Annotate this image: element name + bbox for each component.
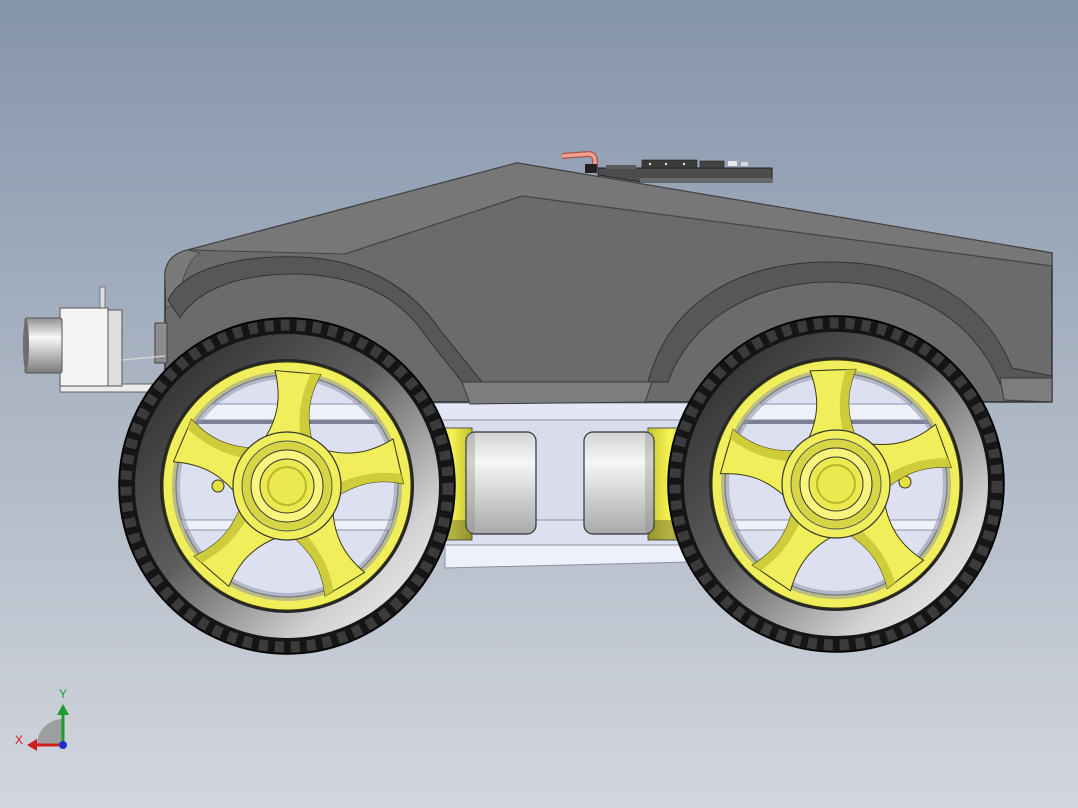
connector-block — [585, 164, 597, 173]
lower-plate-bevel — [444, 544, 691, 569]
sensor-lens — [24, 317, 63, 374]
pcb-component — [741, 162, 748, 166]
chassis-screw — [211, 479, 225, 493]
pcb-component — [728, 161, 737, 166]
model-canvas[interactable]: Y X — [0, 0, 1078, 808]
lens-face — [23, 319, 29, 371]
front-sensor-module[interactable] — [23, 286, 169, 393]
pcb-component — [699, 160, 725, 169]
sensor-housing-side — [107, 309, 123, 387]
sensor-pin — [99, 286, 106, 310]
motor-can-edge — [645, 433, 653, 533]
z-axis-origin — [59, 741, 67, 749]
rear-bottom-bevel — [999, 377, 1053, 403]
triad-plane-sector — [37, 719, 63, 745]
y-axis-arrowhead — [57, 704, 69, 715]
x-axis-arrowhead — [27, 739, 37, 751]
axis-triad: Y X — [15, 687, 69, 751]
body-bottom-bevel — [461, 381, 653, 405]
motor-can — [583, 431, 655, 535]
y-axis-label: Y — [59, 687, 67, 701]
pcb-component — [606, 165, 636, 169]
cad-viewport[interactable]: Y X — [0, 0, 1078, 808]
wheel-hub — [232, 431, 342, 541]
pcb-dot — [682, 162, 686, 166]
sensor-housing — [59, 307, 109, 387]
wheel-hub — [781, 429, 891, 539]
motor-can-edge — [467, 433, 475, 533]
x-axis-label: X — [15, 733, 23, 747]
motor-can — [465, 431, 537, 535]
pcb-dot — [664, 162, 668, 166]
front-wheel[interactable] — [118, 317, 456, 655]
pcb-dot — [648, 162, 652, 166]
rear-wheel[interactable] — [667, 315, 1005, 653]
pcb-edge — [640, 178, 772, 182]
